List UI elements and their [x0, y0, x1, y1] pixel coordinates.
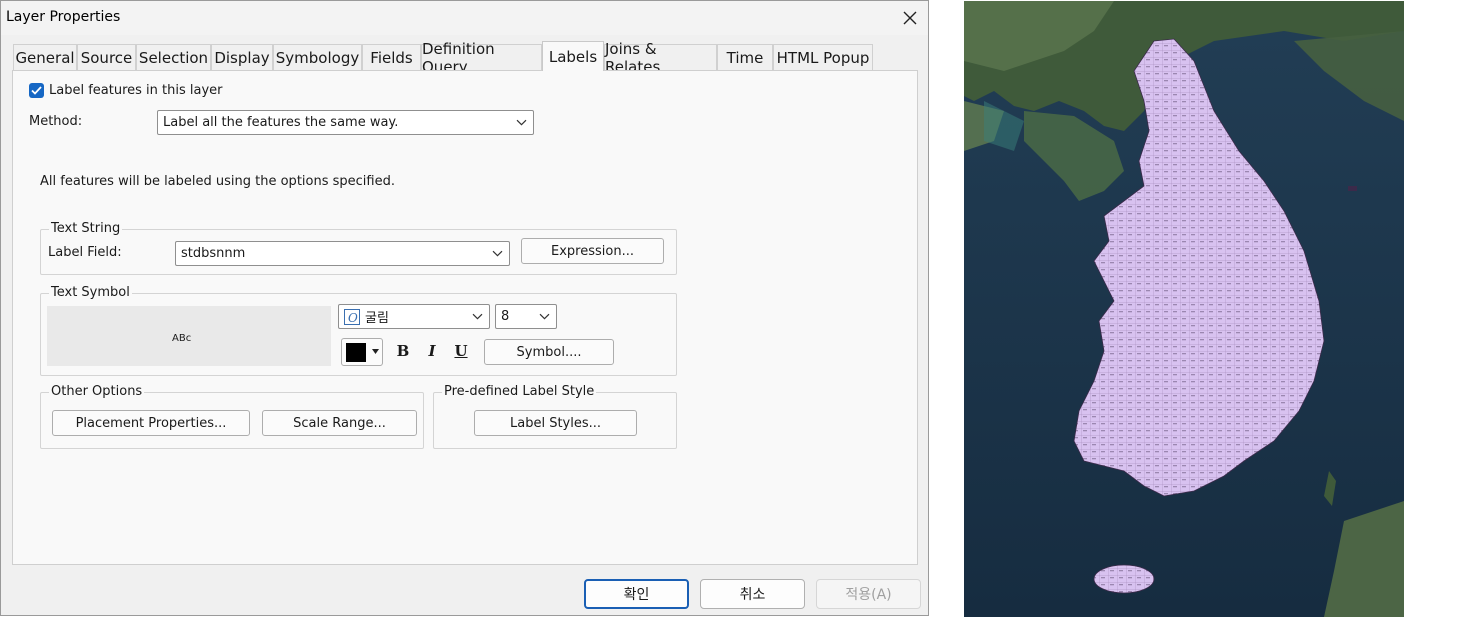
symbol-button[interactable]: Symbol....: [484, 339, 614, 365]
label-features-label: Label features in this layer: [49, 83, 223, 98]
tab-labels[interactable]: Labels: [542, 41, 604, 71]
ok-button[interactable]: 확인: [584, 579, 689, 609]
chevron-down-icon: [516, 119, 527, 125]
chevron-down-icon: [492, 250, 503, 256]
label-field-dropdown[interactable]: stdbsnnm: [175, 241, 510, 266]
apply-button[interactable]: 적용(A): [816, 579, 921, 609]
tab-source[interactable]: Source: [77, 44, 136, 70]
placement-properties-button[interactable]: Placement Properties...: [52, 410, 250, 436]
title-bar: Layer Properties: [1, 1, 928, 35]
other-options-title: Other Options: [49, 384, 145, 399]
method-dropdown[interactable]: Label all the features the same way.: [157, 110, 534, 135]
svg-text:O: O: [348, 311, 358, 325]
italic-button[interactable]: I: [423, 342, 441, 360]
chevron-down-icon: [372, 349, 379, 354]
dialog-title: Layer Properties: [6, 9, 121, 25]
color-picker-button[interactable]: [341, 338, 383, 366]
tab-symbology[interactable]: Symbology: [273, 44, 362, 70]
info-text: All features will be labeled using the o…: [40, 174, 395, 189]
label-features-checkbox[interactable]: [29, 83, 44, 98]
method-value: Label all the features the same way.: [163, 115, 399, 130]
opentype-font-icon: O: [344, 308, 360, 325]
tab-definition-query[interactable]: Definition Query: [421, 40, 542, 76]
predefined-style-title: Pre-defined Label Style: [442, 384, 597, 399]
bold-button[interactable]: B: [394, 342, 412, 360]
tab-joins-relates[interactable]: Joins & Relates: [604, 40, 717, 76]
tab-selection[interactable]: Selection: [136, 44, 211, 70]
check-icon: [31, 86, 42, 95]
close-icon: [903, 11, 917, 25]
font-dropdown[interactable]: O 굴림: [338, 304, 490, 329]
method-label: Method:: [29, 114, 83, 129]
text-symbol-title: Text Symbol: [49, 285, 132, 300]
label-field-label: Label Field:: [48, 245, 122, 260]
expression-button[interactable]: Expression...: [521, 238, 664, 264]
color-swatch: [346, 343, 366, 362]
font-size-dropdown[interactable]: 8: [495, 304, 557, 329]
label-styles-button[interactable]: Label Styles...: [474, 410, 637, 436]
font-value: 굴림: [365, 311, 389, 326]
satellite-map: [964, 1, 1404, 617]
chevron-down-icon: [472, 313, 483, 319]
text-string-title: Text String: [49, 221, 123, 236]
tab-time[interactable]: Time: [717, 44, 773, 70]
preview-text: ABc: [172, 333, 192, 344]
cancel-button[interactable]: 취소: [700, 579, 805, 609]
tab-fields[interactable]: Fields: [362, 44, 421, 70]
tab-general[interactable]: General: [13, 44, 77, 70]
label-field-value: stdbsnnm: [181, 246, 246, 261]
underline-button[interactable]: U: [452, 342, 470, 360]
font-size-value: 8: [501, 309, 510, 324]
tab-display[interactable]: Display: [211, 44, 273, 70]
layer-properties-dialog: Layer Properties General Source Selectio…: [0, 0, 929, 616]
chevron-down-icon: [539, 313, 550, 319]
symbol-preview: ABc: [47, 306, 331, 366]
map-view[interactable]: [964, 1, 1404, 617]
scale-range-button[interactable]: Scale Range...: [262, 410, 417, 436]
close-button[interactable]: [893, 3, 927, 33]
tab-html-popup[interactable]: HTML Popup: [773, 44, 873, 70]
